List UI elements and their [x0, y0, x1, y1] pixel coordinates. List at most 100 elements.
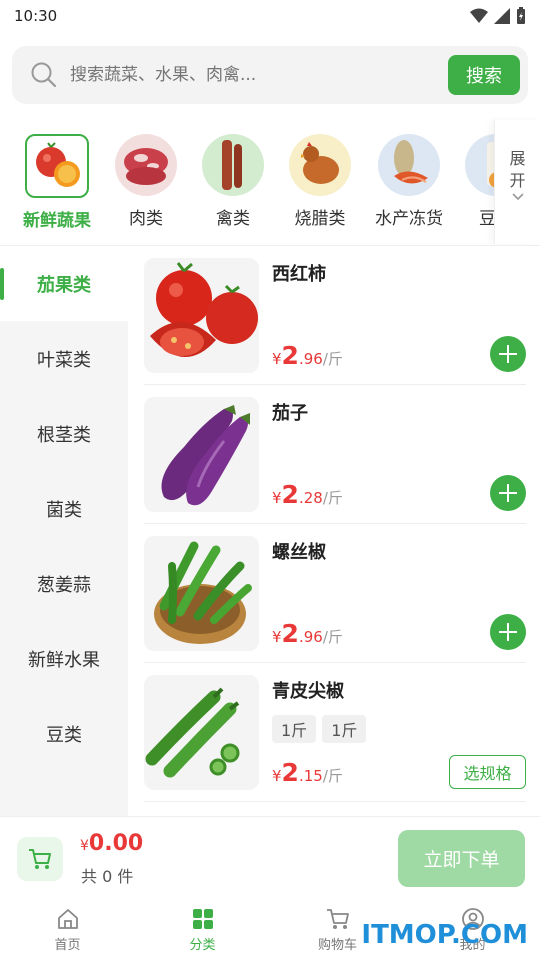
- cart-total: ¥0.00: [80, 831, 143, 856]
- spec-tag: 1斤: [322, 715, 367, 743]
- sidebar-item-scallion-ginger-garlic[interactable]: 葱姜蒜: [0, 546, 128, 621]
- product-price: ¥2.96/斤: [272, 341, 343, 370]
- poultry-icon: [202, 134, 264, 196]
- chevron-down-icon: [511, 193, 524, 201]
- status-bar: 10:30: [0, 0, 540, 32]
- category-poultry[interactable]: 禽类: [193, 134, 273, 229]
- price-decimal: .15: [298, 767, 323, 785]
- category-label: 禽类: [216, 209, 250, 229]
- total-currency: ¥: [80, 838, 89, 854]
- add-to-cart-button[interactable]: [490, 614, 526, 650]
- sidebar-item-label: 豆类: [46, 724, 82, 746]
- subcategory-sidebar: 茄果类 叶菜类 根茎类 菌类 葱姜蒜 新鲜水果 豆类: [0, 246, 128, 816]
- product-name: 西红柿: [272, 264, 326, 285]
- select-spec-button[interactable]: 选规格: [449, 755, 526, 789]
- sidebar-item-label: 茄果类: [37, 274, 91, 296]
- category-grid-icon: [192, 909, 213, 929]
- search-icon: [31, 62, 57, 88]
- battery-icon: [517, 7, 525, 24]
- vegetables-fruit-icon: [25, 134, 89, 198]
- search-button[interactable]: 搜索: [448, 55, 520, 95]
- price-unit: /斤: [322, 628, 343, 646]
- product-card[interactable]: 螺丝椒 ¥2.96/斤: [144, 524, 526, 663]
- total-amount: 0.00: [88, 831, 144, 856]
- price-integer: 2: [281, 480, 299, 509]
- sidebar-item-label: 新鲜水果: [28, 649, 100, 671]
- tab-home[interactable]: 首页: [0, 900, 135, 960]
- sidebar-item-leafy[interactable]: 叶菜类: [0, 321, 128, 396]
- price-unit: /斤: [322, 489, 343, 507]
- price-currency: ¥: [272, 350, 282, 368]
- price-decimal: .96: [298, 350, 323, 368]
- spec-tags: 1斤 1斤: [272, 715, 367, 743]
- add-to-cart-button[interactable]: [490, 336, 526, 372]
- tab-label: 首页: [54, 938, 81, 953]
- home-icon: [57, 909, 78, 929]
- cart-item-count: 共 0 件: [81, 867, 134, 886]
- cart-icon: [29, 849, 51, 869]
- category-fresh-produce[interactable]: 新鲜蔬果: [17, 134, 97, 231]
- category-row: 新鲜蔬果 肉类 禽类 烧腊类 水产冻货 豆品: [0, 124, 540, 244]
- search-bar: 搜索: [12, 46, 528, 104]
- place-order-button[interactable]: 立即下单: [398, 830, 525, 887]
- price-integer: 2: [281, 758, 299, 787]
- tab-label: 分类: [189, 938, 216, 953]
- price-integer: 2: [281, 341, 299, 370]
- product-price: ¥2.15/斤: [272, 758, 343, 787]
- product-card[interactable]: 青皮尖椒 1斤 1斤 ¥2.15/斤 选规格: [144, 663, 526, 802]
- product-image-green-pepper: [144, 675, 259, 790]
- product-price: ¥2.28/斤: [272, 480, 343, 509]
- price-decimal: .96: [298, 628, 323, 646]
- category-label: 肉类: [129, 209, 163, 229]
- expand-label-2: 开: [509, 171, 526, 190]
- roast-meat-icon: [289, 134, 351, 196]
- wifi-icon: [470, 8, 488, 23]
- meat-icon: [115, 134, 177, 196]
- status-icons: [470, 7, 526, 25]
- seafood-icon: [378, 134, 440, 196]
- price-unit: /斤: [322, 767, 343, 785]
- product-image-screw-pepper: [144, 536, 259, 651]
- signal-icon: [494, 8, 510, 24]
- category-seafood[interactable]: 水产冻货: [369, 134, 449, 229]
- product-list: 西红柿 ¥2.96/斤 茄子 ¥2.28/斤 螺丝椒 ¥2.96/斤 青皮尖椒 …: [144, 246, 526, 816]
- price-integer: 2: [281, 619, 299, 648]
- sidebar-item-root[interactable]: 根茎类: [0, 396, 128, 471]
- category-label: 烧腊类: [294, 209, 346, 229]
- sidebar-item-mushroom[interactable]: 菌类: [0, 471, 128, 546]
- sidebar-item-fresh-fruit[interactable]: 新鲜水果: [0, 621, 128, 696]
- expand-label-1: 展: [509, 149, 526, 168]
- sidebar-item-label: 根茎类: [37, 424, 91, 446]
- tab-category[interactable]: 分类: [135, 900, 270, 960]
- product-card[interactable]: 西红柿 ¥2.96/斤: [144, 246, 526, 385]
- cart-icon: [326, 909, 349, 929]
- sidebar-item-solanaceous[interactable]: 茄果类: [0, 246, 128, 321]
- tab-label: 购物车: [317, 938, 357, 953]
- search-input[interactable]: [70, 65, 448, 85]
- price-decimal: .28: [298, 489, 323, 507]
- category-meat[interactable]: 肉类: [106, 134, 186, 229]
- price-currency: ¥: [272, 767, 282, 785]
- sidebar-item-label: 菌类: [46, 499, 82, 521]
- price-unit: /斤: [322, 350, 343, 368]
- product-price: ¥2.96/斤: [272, 619, 343, 648]
- watermark: ITMOP.COM: [361, 920, 528, 950]
- cart-bar: ¥0.00 共 0 件 立即下单: [0, 816, 540, 900]
- status-time: 10:30: [14, 7, 58, 25]
- add-to-cart-button[interactable]: [490, 475, 526, 511]
- category-label: 水产冻货: [375, 209, 443, 229]
- sidebar-item-beans[interactable]: 豆类: [0, 696, 128, 771]
- cart-button[interactable]: [17, 837, 63, 881]
- product-image-eggplant: [144, 397, 259, 512]
- category-label: 新鲜蔬果: [23, 211, 91, 231]
- sidebar-item-label: 叶菜类: [37, 349, 91, 371]
- product-name: 螺丝椒: [272, 542, 326, 563]
- product-image-tomato: [144, 258, 259, 373]
- price-currency: ¥: [272, 628, 282, 646]
- product-card[interactable]: 茄子 ¥2.28/斤: [144, 385, 526, 524]
- expand-categories-button[interactable]: 展 开: [494, 120, 540, 244]
- category-roast-meat[interactable]: 烧腊类: [280, 134, 360, 229]
- spec-tag: 1斤: [272, 715, 317, 743]
- price-currency: ¥: [272, 489, 282, 507]
- sidebar-item-label: 葱姜蒜: [37, 574, 91, 596]
